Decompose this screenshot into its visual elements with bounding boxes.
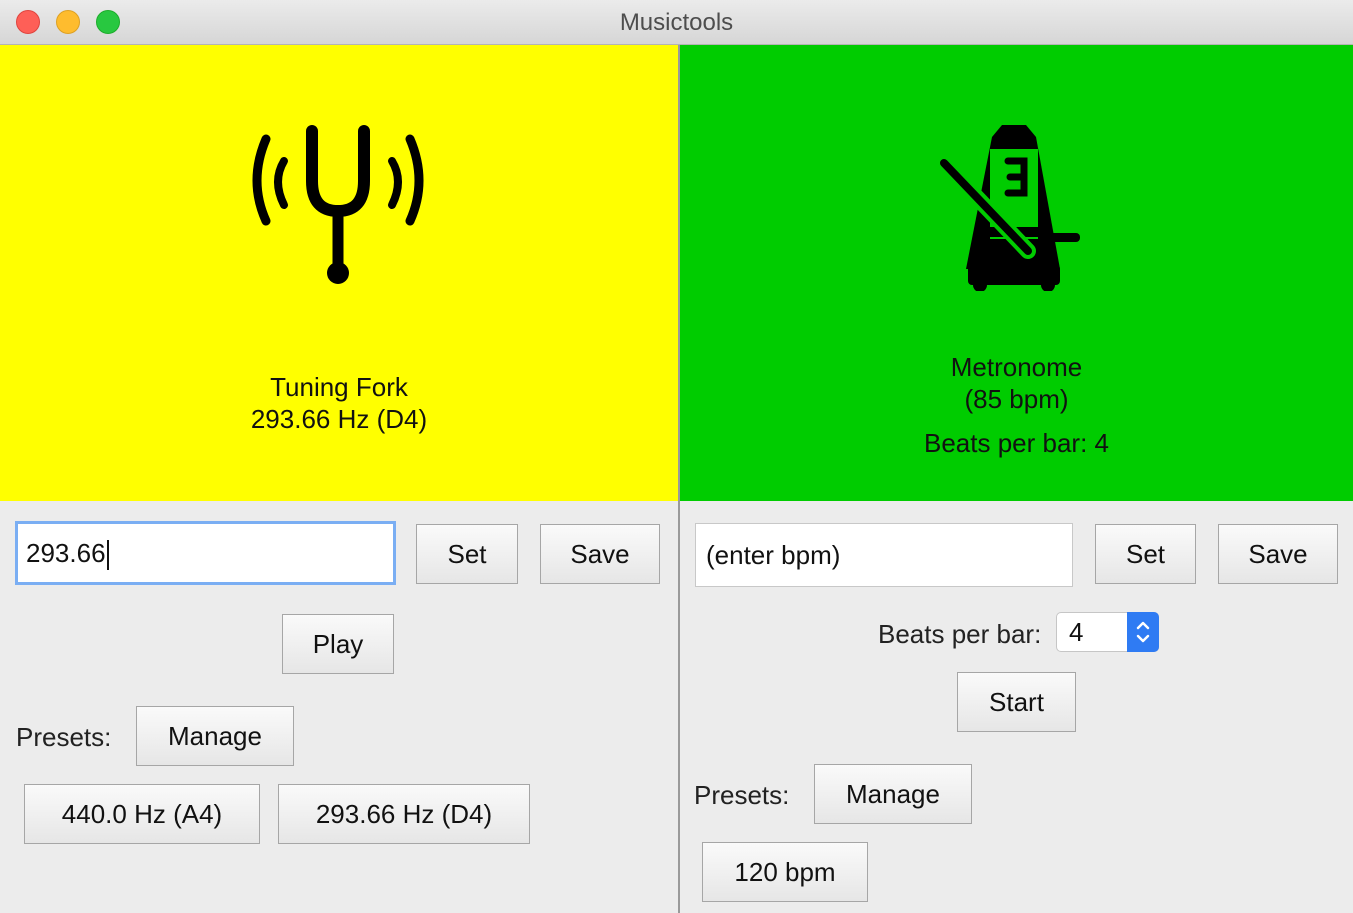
bpm-input-placeholder: (enter bpm)	[706, 540, 841, 570]
title-bar: Musictools	[0, 0, 1353, 45]
metronome-banner: Metronome (85 bpm) Beats per bar: 4	[680, 45, 1353, 501]
tuning-fork-frequency: 293.66 Hz (D4)	[250, 404, 428, 434]
select-stepper-arrows[interactable]	[1127, 612, 1159, 652]
preset-button-120-bpm[interactable]: 120 bpm	[702, 842, 868, 902]
metronome-manage-presets-button[interactable]: Manage	[814, 764, 972, 824]
tuning-fork-panel: Tuning Fork 293.66 Hz (D4) 293.66 Set Sa…	[0, 45, 678, 913]
window-title: Musictools	[619, 9, 734, 36]
tuning-fork-banner: Tuning Fork 293.66 Hz (D4)	[0, 45, 678, 501]
metronome-panel: Metronome (85 bpm) Beats per bar: 4 (ent…	[680, 45, 1353, 913]
metronome-presets-label: Presets:	[694, 780, 790, 810]
beats-per-bar-value: 4	[1069, 617, 1084, 647]
beats-per-bar-label: Beats per bar:	[878, 619, 1042, 649]
metronome-bpm: (85 bpm)	[964, 384, 1069, 414]
metronome-title: Metronome	[950, 352, 1083, 382]
preset-button-d4[interactable]: 293.66 Hz (D4)	[278, 784, 530, 844]
metronome-save-button[interactable]: Save	[1218, 524, 1338, 584]
metronome-beats-per-bar: Beats per bar: 4	[924, 428, 1109, 458]
tuning-fork-manage-presets-button[interactable]: Manage	[136, 706, 294, 766]
tuning-fork-presets-label: Presets:	[16, 722, 112, 752]
chevron-up-down-icon	[1136, 621, 1150, 643]
tuning-fork-title: Tuning Fork	[270, 372, 408, 402]
start-button[interactable]: Start	[957, 672, 1076, 732]
text-caret	[106, 540, 109, 571]
preset-button-a4[interactable]: 440.0 Hz (A4)	[24, 784, 260, 844]
play-button[interactable]: Play	[282, 614, 394, 674]
tuning-fork-icon	[252, 125, 424, 284]
metronome-set-button[interactable]: Set	[1095, 524, 1196, 584]
tuning-fork-save-button[interactable]: Save	[540, 524, 660, 584]
metronome-off-icon	[936, 125, 1080, 291]
bpm-input[interactable]: (enter bpm)	[695, 523, 1073, 587]
frequency-input-value: 293.66	[26, 538, 106, 568]
tuning-fork-set-button[interactable]: Set	[416, 524, 518, 584]
frequency-input[interactable]: 293.66	[15, 521, 396, 585]
beats-per-bar-select[interactable]: 4	[1056, 612, 1159, 652]
